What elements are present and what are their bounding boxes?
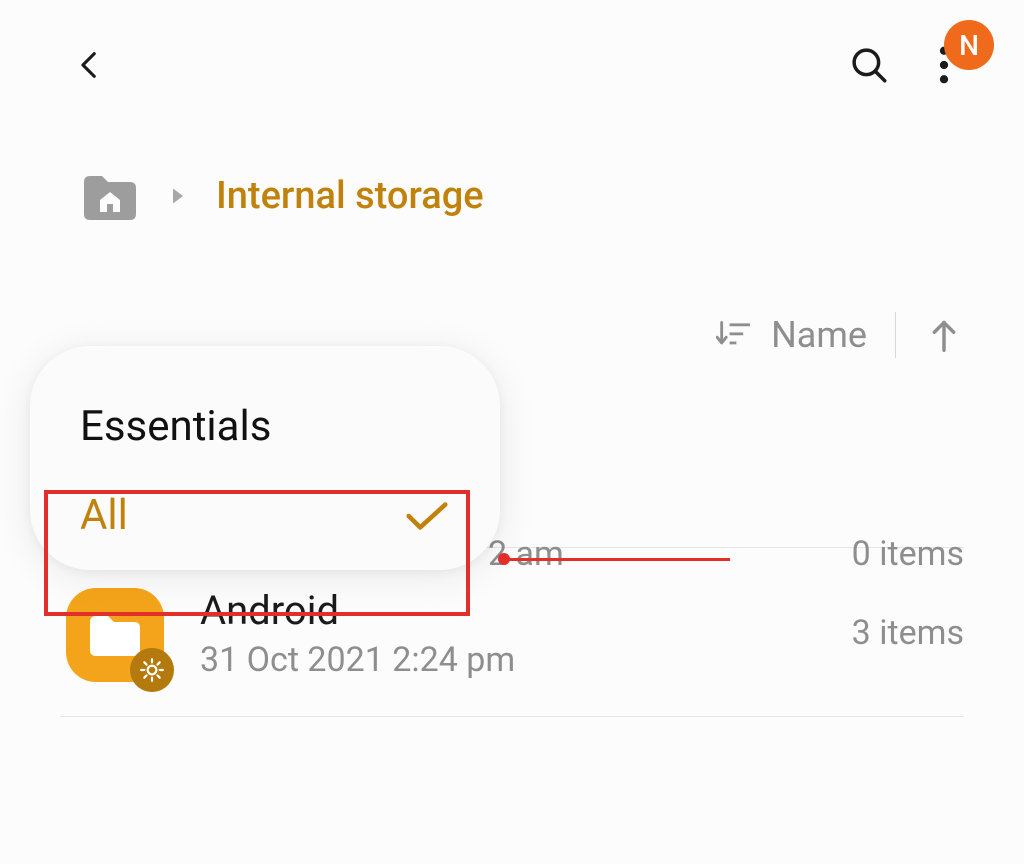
sort-direction-button[interactable] — [924, 315, 964, 355]
arrow-up-icon — [930, 317, 958, 353]
list-item-count: 0 items — [852, 534, 964, 574]
filter-menu: Essentials All — [30, 346, 500, 570]
check-icon — [404, 500, 450, 532]
list-item-subtitle: 31 Oct 2021 2:24 pm — [200, 640, 822, 680]
folder-icon — [60, 578, 170, 688]
filter-menu-item-all[interactable]: All — [30, 471, 500, 560]
breadcrumb-current[interactable]: Internal storage — [216, 174, 484, 218]
sort-label[interactable]: Name — [771, 314, 867, 356]
filter-menu-label: Essentials — [80, 402, 271, 451]
more-options-button[interactable]: N — [924, 40, 964, 90]
sort-button[interactable] — [713, 315, 753, 355]
list-item-count: 3 items — [852, 613, 964, 653]
breadcrumb: Internal storage — [0, 110, 1024, 262]
divider — [895, 312, 896, 358]
profile-avatar[interactable]: N — [944, 20, 994, 70]
home-folder-icon — [80, 170, 140, 222]
list-item-title: Android — [200, 587, 822, 634]
search-button[interactable] — [844, 40, 894, 90]
sort-icon — [716, 320, 750, 350]
sort-bar: Name — [0, 262, 1024, 358]
back-button[interactable] — [70, 45, 110, 85]
search-icon — [848, 44, 890, 86]
system-folder-badge-icon — [130, 648, 174, 692]
filter-menu-item-essentials[interactable]: Essentials — [30, 382, 500, 471]
chevron-left-icon — [73, 48, 107, 82]
filter-menu-label: All — [80, 491, 128, 540]
breadcrumb-home[interactable] — [80, 170, 140, 222]
top-bar: N — [0, 0, 1024, 110]
breadcrumb-separator — [168, 186, 188, 206]
list-item-text: Android 31 Oct 2021 2:24 pm — [200, 587, 822, 680]
